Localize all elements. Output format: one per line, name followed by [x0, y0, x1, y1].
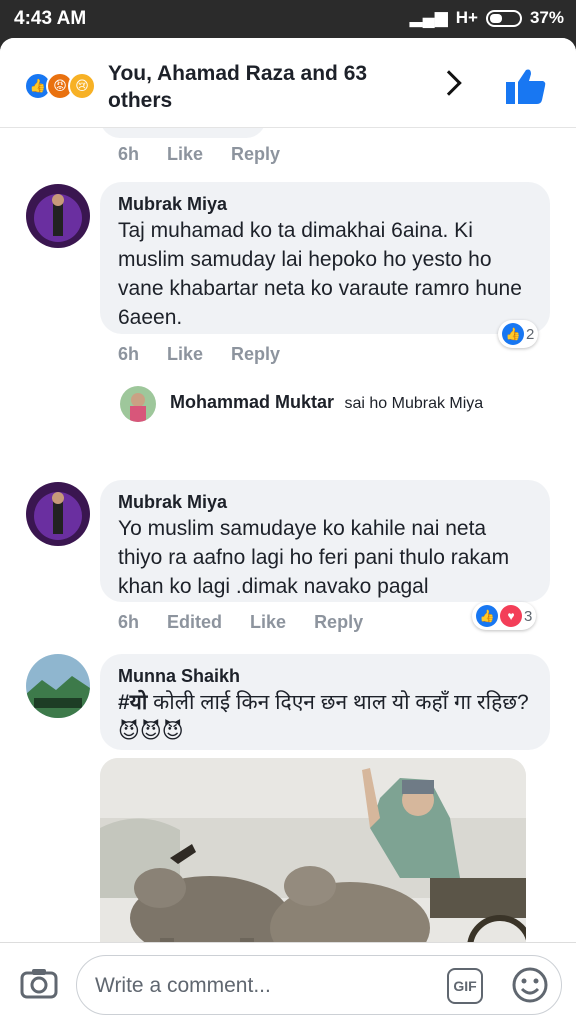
- sad-reaction-icon: 😢: [68, 72, 96, 100]
- reactions-header[interactable]: 👍 😡 😢 You, Ahamad Raza and 63 others: [0, 38, 576, 128]
- reaction-count-badge[interactable]: 👍 2: [498, 320, 539, 348]
- comment-author[interactable]: Mubrak Miya: [118, 490, 532, 514]
- comment-meta: 6h Like Reply: [118, 344, 280, 365]
- reaction-count: 2: [526, 325, 535, 343]
- reply-link[interactable]: Reply: [314, 612, 363, 633]
- signal-icon: ▂▄▆: [409, 8, 448, 27]
- status-bar: 4:43 AM ▂▄▆ H+ 37%: [0, 0, 576, 38]
- emoji-icon[interactable]: [511, 966, 549, 1004]
- avatar-image: [26, 482, 90, 546]
- like-reaction-icon: 👍: [476, 605, 498, 627]
- chevron-right-icon[interactable]: [436, 70, 462, 96]
- avatar[interactable]: [26, 482, 90, 546]
- avatar-image: [26, 184, 90, 248]
- comment-bubble[interactable]: Mubrak Miya Taj muhamad ko ta dimakhai 6…: [100, 182, 550, 334]
- comment-text: Taj muhamad ko ta dimakhai 6aina. Ki mus…: [118, 219, 522, 329]
- comment-input[interactable]: Write a comment... GIF: [76, 955, 562, 1015]
- comment-time: 6h: [118, 612, 140, 632]
- previous-comment-meta: 6h Like Reply: [118, 144, 280, 165]
- comment-input-placeholder: Write a comment...: [95, 974, 271, 997]
- reply-author[interactable]: Mohammad Muktar: [170, 392, 334, 412]
- reply-link[interactable]: Reply: [231, 144, 280, 165]
- network-type: H+: [455, 8, 478, 27]
- camera-icon[interactable]: [20, 967, 58, 999]
- avatar-image: [26, 654, 90, 718]
- comment-author[interactable]: Munna Shaikh: [118, 664, 532, 688]
- hashtag-link[interactable]: #यो: [118, 691, 147, 714]
- reaction-count: 3: [524, 607, 533, 625]
- love-reaction-icon: ♥: [500, 605, 522, 627]
- reply-preview[interactable]: Mohammad Muktar sai ho Mubrak Miya: [170, 392, 483, 413]
- edited-label: Edited: [167, 612, 223, 632]
- comment-text-body: कोली लाई किन दिएन छन थाल यो कहाँ गा रहिछ…: [147, 691, 529, 714]
- comments-list: 6h Like Reply Mubrak Miya Taj muhamad ko…: [0, 128, 576, 980]
- reply-avatar-image: [120, 386, 156, 422]
- like-link[interactable]: Like: [167, 344, 203, 365]
- reply-link[interactable]: Reply: [231, 344, 280, 365]
- previous-comment-bubble: [100, 128, 266, 138]
- like-link[interactable]: Like: [167, 144, 203, 165]
- like-thumb-icon[interactable]: [506, 68, 546, 104]
- battery-icon: [485, 9, 522, 27]
- reaction-summary-icons: 👍 😡 😢: [24, 72, 104, 102]
- reaction-count-badge[interactable]: 👍 ♥ 3: [472, 602, 537, 630]
- comments-sheet: 👍 😡 😢 You, Ahamad Raza and 63 others 6h …: [0, 38, 576, 1024]
- comment-time: 6h: [118, 344, 140, 364]
- like-reaction-icon: 👍: [502, 323, 524, 345]
- status-time: 4:43 AM: [14, 8, 87, 29]
- like-link[interactable]: Like: [250, 612, 286, 633]
- comment-bubble[interactable]: Munna Shaikh #यो कोली लाई किन दिएन छन था…: [100, 654, 550, 750]
- comment-text: #यो कोली लाई किन दिएन छन थाल यो कहाँ गा …: [118, 688, 532, 746]
- battery-percent: 37%: [529, 8, 564, 27]
- comment-text: Yo muslim samudaye ko kahile nai neta th…: [118, 517, 510, 598]
- comment-time: 6h: [118, 144, 140, 164]
- reply-text: sai ho Mubrak Miya: [344, 395, 484, 412]
- comment-composer: Write a comment... GIF: [0, 942, 576, 1024]
- avatar[interactable]: [26, 654, 90, 718]
- status-icons: ▂▄▆ H+ 37%: [410, 8, 564, 28]
- comment-meta: 6h Edited Like Reply: [118, 612, 363, 633]
- comment-author[interactable]: Mubrak Miya: [118, 192, 532, 216]
- devil-emoji: 😈😈😈: [118, 720, 184, 743]
- reactions-title[interactable]: You, Ahamad Raza and 63 others: [108, 60, 378, 114]
- gif-button[interactable]: GIF: [447, 968, 483, 1004]
- avatar[interactable]: [26, 184, 90, 248]
- comment-bubble[interactable]: Mubrak Miya Yo muslim samudaye ko kahile…: [100, 480, 550, 602]
- reply-avatar[interactable]: [120, 386, 156, 422]
